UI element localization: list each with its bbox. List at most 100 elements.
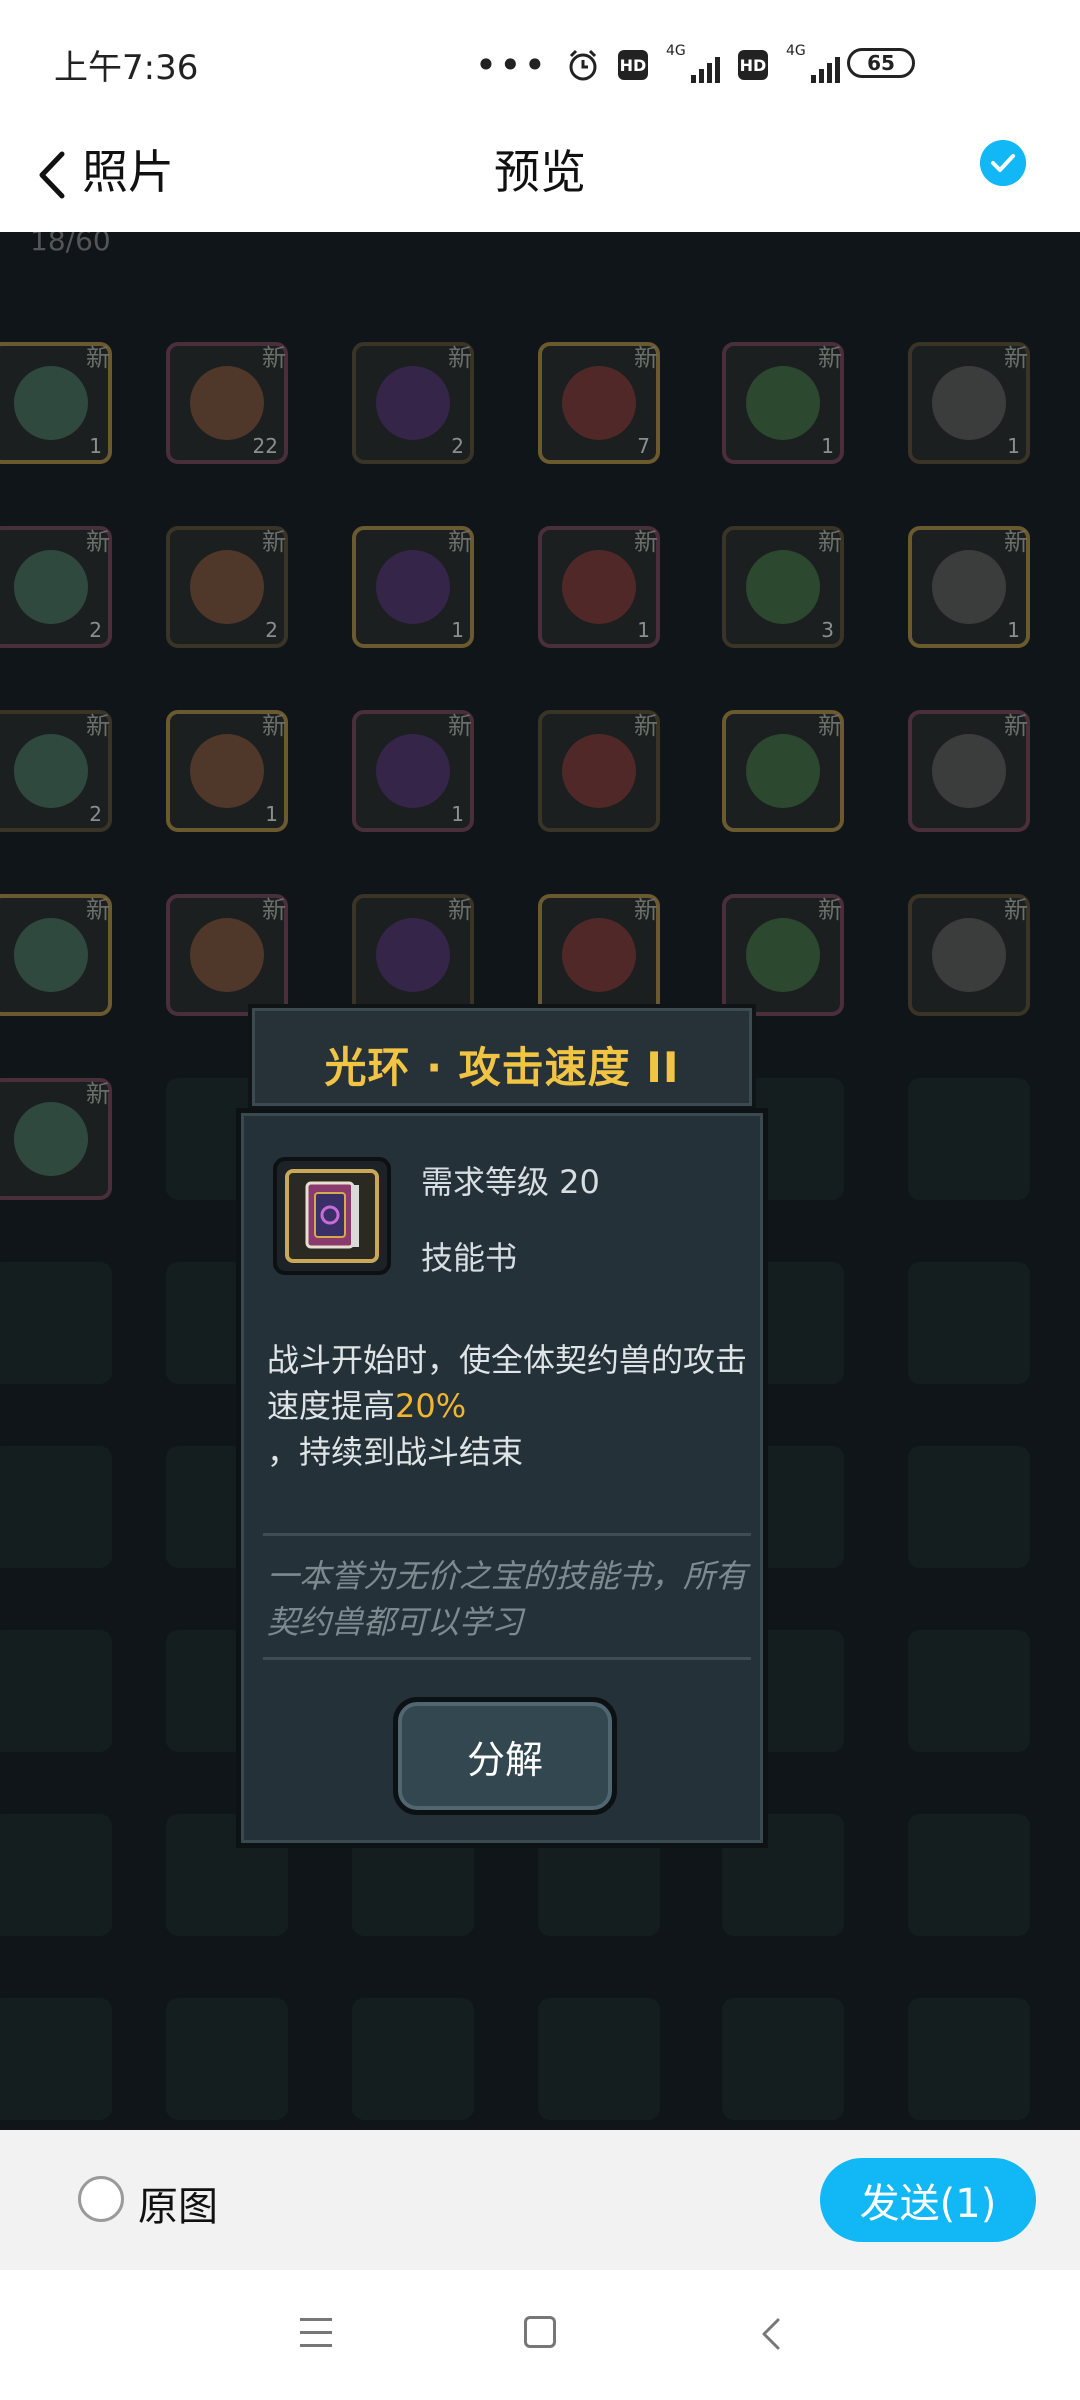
menu-icon[interactable] xyxy=(300,2318,336,2350)
new-badge: 新 xyxy=(818,712,842,740)
battery-icon: 65 xyxy=(847,48,915,78)
item-art xyxy=(190,734,264,808)
inventory-item-slot: 新3 xyxy=(722,526,844,648)
inventory-item-slot: 新1 xyxy=(352,710,474,832)
item-art xyxy=(562,734,636,808)
signal-label-2: 4G xyxy=(786,43,806,59)
flavor-text: 一本誉为无价之宝的技能书，所有契约兽都可以学习 xyxy=(267,1557,748,1641)
home-icon[interactable] xyxy=(524,2316,556,2348)
item-detail-dialog: 光环 · 攻击速度 II 需求等级 20 技能书 战斗开始时，使全体契约兽的攻击… xyxy=(236,1004,768,1848)
status-bar: 上午7:36 ••• HD 4G HD 4G 65 xyxy=(0,0,1080,120)
signal-label: 4G xyxy=(666,43,686,59)
item-art xyxy=(190,366,264,440)
empty-slot xyxy=(908,1446,1030,1568)
item-art xyxy=(190,918,264,992)
new-badge: 新 xyxy=(634,344,658,372)
item-art xyxy=(932,734,1006,808)
original-image-radio[interactable] xyxy=(78,2176,124,2222)
skill-book-icon xyxy=(273,1157,391,1275)
item-count: 3 xyxy=(821,618,834,642)
empty-slot xyxy=(0,1814,112,1936)
bottom-action-bar: 原图 发送(1) xyxy=(0,2130,1080,2270)
empty-slot xyxy=(908,1630,1030,1752)
inventory-item-slot: 新 xyxy=(538,710,660,832)
divider xyxy=(263,1657,751,1660)
item-art xyxy=(746,918,820,992)
inventory-item-slot: 新 xyxy=(0,1078,112,1200)
inventory-item-slot: 新2 xyxy=(352,342,474,464)
inventory-item-slot: 新 xyxy=(722,894,844,1016)
item-count: 2 xyxy=(265,618,278,642)
hd-icon: HD xyxy=(618,50,648,80)
item-art xyxy=(190,550,264,624)
inventory-item-slot: 新1 xyxy=(908,342,1030,464)
item-count: 1 xyxy=(1007,618,1020,642)
required-level: 需求等级 20 xyxy=(421,1163,600,1201)
item-count: 7 xyxy=(637,434,650,458)
status-time: 上午7:36 xyxy=(54,48,199,88)
inventory-item-slot: 新 xyxy=(538,894,660,1016)
original-image-label[interactable]: 原图 xyxy=(138,2174,218,2232)
new-badge: 新 xyxy=(1004,712,1028,740)
empty-slot xyxy=(0,1998,112,2120)
image-preview: 新 1 新 22 新 2 新 7 新 1 新 1 新 2 新 2 新 1 新 1 新 3 新 1 新 2 新 1 新 1 新新新新新新新新新… xyxy=(0,232,1080,2130)
item-art xyxy=(932,366,1006,440)
empty-slot xyxy=(722,1998,844,2120)
more-dots-icon: ••• xyxy=(474,43,548,87)
new-badge: 新 xyxy=(86,712,110,740)
empty-slot xyxy=(0,1446,112,1568)
inventory-item-slot: 新2 xyxy=(0,710,112,832)
inventory-item-slot: 新1 xyxy=(352,526,474,648)
new-badge: 新 xyxy=(448,528,472,556)
dialog-title-bar: 光环 · 攻击速度 II xyxy=(248,1004,756,1110)
inventory-item-slot: 新1 xyxy=(908,526,1030,648)
item-art xyxy=(562,550,636,624)
empty-slot xyxy=(166,1998,288,2120)
item-count: 2 xyxy=(89,618,102,642)
new-badge: 新 xyxy=(1004,896,1028,924)
new-badge: 新 xyxy=(818,344,842,372)
decompose-button[interactable]: 分解 xyxy=(393,1697,617,1815)
new-badge: 新 xyxy=(1004,528,1028,556)
new-badge: 新 xyxy=(634,712,658,740)
item-count: 1 xyxy=(821,434,834,458)
new-badge: 新 xyxy=(818,528,842,556)
new-badge: 新 xyxy=(262,896,286,924)
new-badge: 新 xyxy=(634,896,658,924)
empty-slot xyxy=(0,1630,112,1752)
item-type: 技能书 xyxy=(421,1239,518,1277)
new-badge: 新 xyxy=(86,1080,110,1108)
new-badge: 新 xyxy=(86,528,110,556)
new-badge: 新 xyxy=(1004,344,1028,372)
empty-slot xyxy=(538,1998,660,2120)
item-count: 22 xyxy=(252,434,278,458)
selected-check-icon[interactable] xyxy=(980,140,1026,186)
system-back-icon[interactable] xyxy=(752,2314,792,2354)
new-badge: 新 xyxy=(86,344,110,372)
item-art xyxy=(14,366,88,440)
item-count: 1 xyxy=(637,618,650,642)
inventory-item-slot: 新 xyxy=(908,894,1030,1016)
item-art xyxy=(14,734,88,808)
item-art xyxy=(376,734,450,808)
send-button[interactable]: 发送(1) xyxy=(820,2158,1036,2242)
new-badge: 新 xyxy=(448,712,472,740)
item-art xyxy=(562,918,636,992)
item-count: 2 xyxy=(89,802,102,826)
description-suffix: ，持续到战斗结束 xyxy=(267,1433,524,1471)
new-badge: 新 xyxy=(262,528,286,556)
inventory-item-slot: 新 22 xyxy=(166,342,288,464)
new-badge: 新 xyxy=(448,344,472,372)
item-art xyxy=(14,1102,88,1176)
item-art xyxy=(746,550,820,624)
description-prefix: 战斗开始时，使全体契约兽的攻击速度提高 xyxy=(267,1341,748,1425)
dialog-title: 光环 · 攻击速度 II xyxy=(324,1043,680,1092)
inventory-item-slot: 新7 xyxy=(538,342,660,464)
empty-slot xyxy=(0,1262,112,1384)
nav-header: 照片 预览 xyxy=(0,120,1080,232)
signal-icon-2: 4G xyxy=(786,43,840,83)
empty-slot xyxy=(908,1078,1030,1200)
item-art xyxy=(562,366,636,440)
empty-slot xyxy=(908,1814,1030,1936)
inventory-item-slot: 新2 xyxy=(166,526,288,648)
